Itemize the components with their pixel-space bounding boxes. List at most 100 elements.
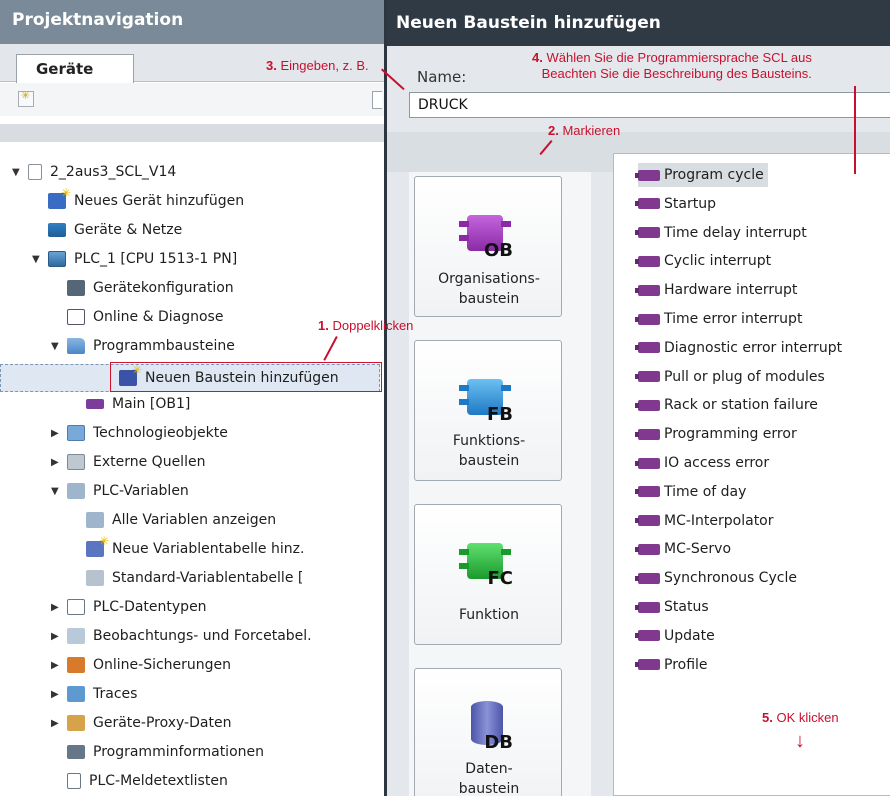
tree-item-label: PLC-Datentypen [93,599,207,615]
ob-block-icon [635,457,660,469]
ob-event-item[interactable]: Time error interrupt [635,307,802,331]
ob-event-label: Time of day [664,483,747,500]
tree-item[interactable]: Geräte & Netze [48,216,182,244]
ob-block-icon [635,601,660,613]
collapsed-arrow-icon[interactable]: ▶ [51,602,61,613]
tree-item[interactable]: ▶ Geräte-Proxy-Daten [51,709,231,737]
tree-item[interactable]: Standard-Variablentabelle [ [86,564,303,592]
default-tag-table-icon [86,570,104,586]
ob-event-item[interactable]: MC-Interpolator [635,509,774,533]
tree-item[interactable]: ▼ Programmbausteine [51,332,235,360]
tree-item[interactable]: ▼ PLC-Variablen [51,477,189,505]
ob-block-icon [635,284,660,296]
collapsed-arrow-icon[interactable]: ▶ [51,660,61,671]
block-pin [459,563,469,569]
ob-button-label: Organisations-baustein [415,269,563,309]
ob-event-label: IO access error [664,455,770,471]
annotation-step-3: 3. Eingeben, z. B. [266,58,369,73]
ob-event-item[interactable]: Hardware interrupt [635,278,797,302]
ob-block-icon [635,486,660,498]
ob-event-item[interactable]: Profile [635,653,708,677]
ob-event-label: Update [664,627,715,644]
watch-table-icon [67,628,85,644]
online-diagnostics-icon [67,309,85,325]
dialog-body: Name: OB Organisations-baustein [387,46,890,796]
db-database-icon: DB [457,699,513,753]
tree-item-label: Technologieobjekte [93,425,228,441]
tree-item[interactable]: ▼ PLC_1 [CPU 1513-1 PN] [32,245,237,273]
tree-item-label: Neues Gerät hinzufügen [74,193,245,209]
tree-item[interactable]: ▶ Traces [51,680,137,708]
tree-item[interactable]: Online & Diagnose [67,303,223,331]
tree-item[interactable]: Alle Variablen anzeigen [86,506,276,534]
block-name-input[interactable] [409,92,890,118]
collapsed-arrow-icon[interactable]: ▶ [51,457,61,468]
ob-event-item[interactable]: IO access error [635,451,770,475]
annotation-number: 4. [532,50,543,65]
ob-event-item[interactable]: Update [635,624,715,648]
ob-block-icon [635,371,660,383]
expanded-arrow-icon[interactable]: ▼ [32,254,42,265]
add-new-block-dialog: Neuen Baustein hinzufügen Name: OB Organ… [384,0,890,796]
tree-item[interactable]: ▶ Beobachtungs- und Forcetabel. [51,622,312,650]
ob-block-icon [635,515,660,527]
ob-event-item[interactable]: Synchronous Cycle [635,566,797,590]
ob-event-item[interactable]: Cyclic interrupt [635,249,772,273]
organization-block-button[interactable]: OB Organisations-baustein [414,176,562,317]
ob-event-item[interactable]: Program cycle [635,163,768,187]
collapsed-arrow-icon[interactable]: ▶ [51,631,61,642]
expanded-arrow-icon[interactable]: ▼ [51,486,61,497]
ob-event-item[interactable]: Status [635,595,709,619]
expanded-arrow-icon[interactable]: ▼ [12,167,22,178]
ob-event-item[interactable]: MC-Servo [635,537,731,561]
tree-item[interactable]: ▶ Technologieobjekte [51,419,228,447]
function-button[interactable]: FC Funktion [414,504,562,645]
ob-block-icon [635,399,660,411]
annotation-number: 3. [266,58,277,73]
function-block-button[interactable]: FB Funktions-baustein [414,340,562,481]
folder-icon [67,338,85,354]
tree-item-label: 2_2aus3_SCL_V14 [50,164,177,180]
annotation-step-5: 5. OK klicken [762,710,839,725]
ob-event-label: Profile [664,656,708,673]
collapsed-arrow-icon[interactable]: ▶ [51,428,61,439]
ob-event-item[interactable]: Diagnostic error interrupt [635,336,842,360]
device-proxy-icon [67,715,85,731]
block-label-line: Daten- [465,761,513,777]
tree-item[interactable]: PLC-Meldetextlisten [67,767,228,795]
technology-icon [67,425,85,441]
tree-item[interactable]: Neues Gerät hinzufügen [48,186,245,215]
tree-item[interactable]: Gerätekonfiguration [67,274,234,302]
ob-event-item[interactable]: Time of day [635,480,747,504]
ob-event-item[interactable]: Startup [635,192,716,216]
ob-event-item[interactable]: Rack or station failure [635,393,818,417]
block-type-column: OB Organisations-baustein FB Funktions-b… [409,172,591,796]
tree-item[interactable]: ▶ Online-Sicherungen [51,651,231,679]
block-pin [501,221,511,227]
ob-block-icon [86,399,104,409]
ob-event-item[interactable]: Programming error [635,422,797,446]
tree-item[interactable]: Neue Variablentabelle hinz. [86,534,304,563]
tree-item[interactable]: Programminformationen [67,738,264,766]
annotation-step-2: 2. Markieren [548,123,620,138]
expanded-arrow-icon[interactable]: ▼ [51,341,61,352]
tree-item[interactable]: ▼ 2_2aus3_SCL_V14 [12,158,176,186]
ob-event-item[interactable]: Pull or plug of modules [635,365,825,389]
ob-event-item[interactable]: Time delay interrupt [635,221,807,245]
data-block-button[interactable]: DB Daten-baustein [414,668,562,796]
ob-block-icon [635,198,660,210]
toolbar-button-clipped[interactable] [372,91,382,109]
block-label-line: Funktions- [452,433,526,449]
ob-event-label: Cyclic interrupt [664,253,772,270]
add-new-icon[interactable] [18,89,34,107]
annotation-number: 5. [762,710,773,725]
tree-item[interactable]: ▶ Externe Quellen [51,448,205,476]
collapsed-arrow-icon[interactable]: ▶ [51,718,61,729]
tab-devices[interactable]: Geräte [16,54,134,83]
collapsed-arrow-icon[interactable]: ▶ [51,689,61,700]
tree-item[interactable]: ▶ PLC-Datentypen [51,593,207,621]
ob-event-list: Program cycle Startup Time delay interrupt… [613,153,890,796]
fb-tag: FB [486,404,513,425]
db-tag: DB [484,732,513,753]
tree-item[interactable]: Main [OB1] [86,390,190,418]
